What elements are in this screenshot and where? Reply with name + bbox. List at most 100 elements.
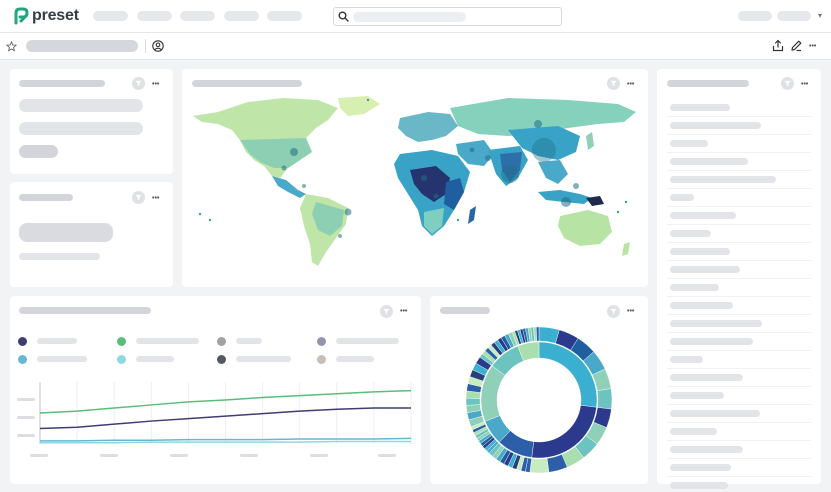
kpi-subtitle [19, 253, 100, 260]
search-input[interactable] [353, 12, 466, 22]
ellipsis-icon[interactable]: ••• [152, 80, 159, 90]
ellipsis-icon[interactable]: ••• [627, 80, 634, 90]
table-row[interactable] [667, 387, 811, 405]
chevron-down-icon[interactable]: ▾ [818, 11, 822, 20]
legend-label[interactable] [37, 338, 77, 344]
table-cell [670, 176, 776, 183]
table-row[interactable] [667, 315, 811, 333]
legend-marker[interactable] [217, 337, 226, 346]
legend-marker[interactable] [18, 337, 27, 346]
nav-item[interactable] [137, 11, 172, 21]
map-region-australia [558, 210, 612, 246]
nav-item[interactable] [224, 11, 259, 21]
filter-icon[interactable] [380, 305, 393, 318]
legend-label[interactable] [336, 338, 399, 344]
table-cell [670, 356, 703, 363]
ellipsis-icon[interactable]: ••• [809, 42, 816, 52]
share-icon[interactable] [772, 39, 784, 52]
table-row[interactable] [667, 333, 811, 351]
legend-label[interactable] [236, 338, 262, 344]
y-tick-label [17, 398, 35, 401]
table-row[interactable] [667, 477, 811, 492]
table-row[interactable] [667, 225, 811, 243]
ellipsis-icon[interactable]: ••• [400, 307, 407, 317]
table-cell [670, 464, 731, 471]
table-row[interactable] [667, 99, 811, 117]
pencil-icon[interactable] [790, 39, 803, 52]
series-line [40, 440, 411, 444]
filter-icon[interactable] [607, 305, 620, 318]
x-tick-label [378, 454, 396, 457]
ellipsis-icon[interactable]: ••• [627, 307, 634, 317]
table-cell [670, 230, 711, 237]
table-row[interactable] [667, 171, 811, 189]
table-row[interactable] [667, 369, 811, 387]
table-cell [670, 248, 730, 255]
table-cell [670, 266, 740, 273]
table-row[interactable] [667, 441, 811, 459]
map-region-central-america [272, 176, 306, 198]
table-row[interactable] [667, 279, 811, 297]
search-box[interactable] [333, 7, 562, 26]
line-chart[interactable] [10, 378, 421, 478]
legend-label[interactable] [37, 356, 87, 362]
user-menu-item[interactable] [777, 11, 811, 21]
map-region-europe [398, 112, 458, 142]
table-cell [670, 122, 761, 129]
legend-marker[interactable] [317, 355, 326, 364]
y-tick-label [17, 434, 35, 437]
nav-item[interactable] [180, 11, 215, 21]
table-row[interactable] [667, 459, 811, 477]
star-icon[interactable] [6, 41, 17, 52]
table-cell [670, 320, 762, 327]
legend-marker[interactable] [117, 355, 126, 364]
table-row[interactable] [667, 297, 811, 315]
sunburst-outer-segment [465, 397, 481, 406]
ellipsis-icon[interactable]: ••• [152, 194, 159, 204]
table-row[interactable] [667, 135, 811, 153]
table-row[interactable] [667, 351, 811, 369]
sunburst-chart[interactable] [464, 325, 614, 475]
table-row[interactable] [667, 189, 811, 207]
filter-icon[interactable] [607, 77, 620, 90]
map-region-east-africa [444, 178, 464, 210]
brand-logo[interactable]: preset [12, 7, 79, 25]
table-row[interactable] [667, 405, 811, 423]
search-icon [338, 11, 349, 22]
chart-title [192, 80, 302, 87]
legend-marker[interactable] [317, 337, 326, 346]
filter-icon[interactable] [132, 191, 145, 204]
map-region-north-america [193, 98, 338, 178]
table-row[interactable] [667, 243, 811, 261]
table-cell [670, 158, 748, 165]
legend-label[interactable] [236, 356, 291, 362]
nav-item[interactable] [93, 11, 128, 21]
table-cell [670, 104, 730, 111]
legend-marker[interactable] [18, 355, 27, 364]
table-row[interactable] [667, 207, 811, 225]
legend-marker[interactable] [117, 337, 126, 346]
top-navigation-bar: preset ▾ [0, 0, 831, 33]
map-region-usa [240, 138, 312, 168]
filter-icon[interactable] [781, 77, 794, 90]
legend-marker[interactable] [217, 355, 226, 364]
nav-item[interactable] [267, 11, 302, 21]
table-cell [670, 428, 717, 435]
filter-icon[interactable] [132, 77, 145, 90]
dashboard-header: ••• [0, 33, 831, 60]
dashboard-title[interactable] [26, 40, 138, 52]
table-row[interactable] [667, 153, 811, 171]
ellipsis-icon[interactable]: ••• [801, 80, 808, 90]
user-circle-icon[interactable] [152, 40, 164, 52]
user-menu-item[interactable] [738, 11, 772, 21]
x-tick-label [240, 454, 258, 457]
legend-label[interactable] [336, 356, 374, 362]
table-row[interactable] [667, 423, 811, 441]
world-map[interactable] [188, 94, 640, 274]
table-row[interactable] [667, 261, 811, 279]
table-row[interactable] [667, 117, 811, 135]
legend-label[interactable] [136, 356, 174, 362]
preset-logo-icon [14, 7, 29, 25]
table-cell [670, 140, 708, 147]
legend-label[interactable] [136, 338, 199, 344]
